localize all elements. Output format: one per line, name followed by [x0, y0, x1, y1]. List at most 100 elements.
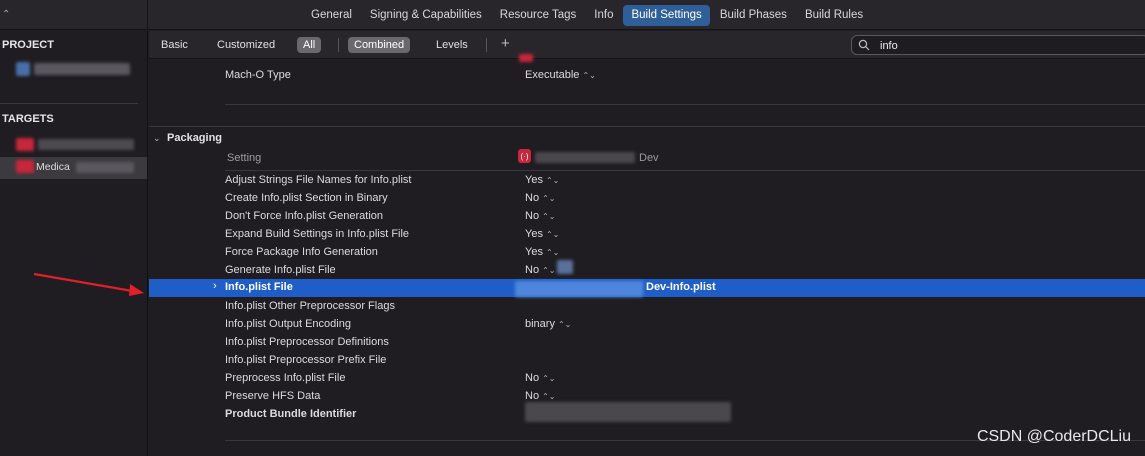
target-item-selected[interactable]: Medica: [0, 157, 147, 179]
tab-general[interactable]: General: [303, 5, 360, 26]
targets-header: TARGETS: [2, 113, 54, 125]
setting-row[interactable]: Preprocess Info.plist File No ⌃⌄: [149, 370, 1145, 388]
redacted-icon: [519, 54, 533, 62]
setting-value[interactable]: Yes ⌃⌄: [525, 246, 559, 258]
setting-label: Create Info.plist Section in Binary: [225, 192, 388, 204]
setting-row[interactable]: Generate Info.plist File No ⌃⌄: [149, 260, 1145, 280]
setting-label: Info.plist Preprocessor Prefix File: [225, 354, 387, 366]
setting-row-product-bundle-identifier[interactable]: Product Bundle Identifier: [149, 402, 1145, 424]
build-settings-table: Mach-O Type Executable ⌃⌄ ⌄ Packaging Set…: [149, 54, 1145, 456]
setting-value[interactable]: Yes ⌃⌄: [525, 228, 559, 240]
stepper-icon: ⌃⌄: [542, 212, 556, 221]
project-icon: [16, 62, 30, 76]
levels-button[interactable]: Levels: [430, 37, 474, 53]
redacted-project-name: [34, 63, 130, 75]
setting-label: Info.plist Other Preprocessor Flags: [225, 300, 395, 312]
section-title-packaging[interactable]: Packaging: [167, 132, 222, 144]
disclosure-chevron-icon[interactable]: ›: [213, 280, 217, 292]
setting-value[interactable]: Dev-Info.plist: [646, 281, 716, 293]
setting-row[interactable]: Create Info.plist Section in Binary No ⌃⌄: [149, 190, 1145, 208]
stepper-icon: ⌃⌄: [545, 230, 560, 239]
setting-label: Info.plist Preprocessor Definitions: [225, 336, 389, 348]
tab-signing-capabilities[interactable]: Signing & Capabilities: [362, 5, 490, 26]
add-setting-button[interactable]: +: [501, 35, 510, 52]
setting-label: Product Bundle Identifier: [225, 408, 357, 420]
setting-label: Expand Build Settings in Info.plist File: [225, 228, 410, 240]
search-input[interactable]: [880, 38, 1140, 53]
setting-row[interactable]: Force Package Info Generation Yes ⌃⌄: [149, 244, 1145, 262]
search-icon: [858, 39, 870, 51]
sidebar-header-area: ⌃: [0, 0, 148, 30]
setting-row[interactable]: Info.plist Preprocessor Definitions: [149, 334, 1145, 352]
redacted-value: [557, 260, 573, 274]
stepper-icon: ⌃⌄: [542, 266, 556, 275]
setting-row-mach-o-type[interactable]: Mach-O Type Executable ⌃⌄: [149, 67, 1145, 85]
customized-button[interactable]: Customized: [211, 37, 281, 53]
basic-button[interactable]: Basic: [155, 37, 194, 53]
project-navigator: PROJECT TARGETS Medica: [0, 31, 148, 456]
redacted-target-name: [535, 152, 635, 163]
redacted-bundle-id: [525, 402, 731, 422]
setting-value[interactable]: No ⌃⌄: [525, 390, 555, 402]
setting-row[interactable]: Info.plist Other Preprocessor Flags: [149, 298, 1145, 316]
divider: [225, 170, 1145, 171]
chevron-icon[interactable]: ⌃: [2, 9, 10, 20]
editor-tab-bar: ⌃ General Signing & Capabilities Resourc…: [0, 0, 1145, 30]
setting-row-info-plist-file-selected[interactable]: › Info.plist File Dev-Info.plist: [149, 279, 1145, 297]
setting-value[interactable]: No ⌃⌄: [525, 210, 555, 222]
setting-label: Info.plist Output Encoding: [225, 318, 351, 330]
search-field[interactable]: [851, 35, 1145, 55]
setting-value[interactable]: No ⌃⌄: [525, 264, 555, 276]
column-header-setting: Setting: [227, 152, 262, 164]
all-button[interactable]: All: [297, 37, 322, 53]
target-item-1[interactable]: [0, 134, 147, 156]
redacted-target-name: [38, 139, 134, 150]
watermark: CSDN @CoderDCLiu: [976, 428, 1131, 445]
divider: [149, 126, 1145, 127]
setting-value[interactable]: Yes ⌃⌄: [525, 174, 559, 186]
setting-row[interactable]: Don't Force Info.plist Generation No ⌃⌄: [149, 208, 1145, 226]
setting-value[interactable]: binary ⌃⌄: [525, 318, 571, 330]
redacted-path: [515, 281, 643, 297]
setting-row[interactable]: Adjust Strings File Names for Info.plist…: [149, 172, 1145, 190]
tab-build-settings[interactable]: Build Settings: [623, 5, 710, 26]
tab-resource-tags[interactable]: Resource Tags: [492, 5, 585, 26]
redacted-target-name: [76, 162, 134, 173]
stepper-icon: ⌃⌄: [545, 176, 560, 185]
red-arrow-annotation: [33, 272, 144, 296]
divider: [338, 38, 339, 52]
combined-button[interactable]: Combined: [348, 37, 411, 53]
tabs: General Signing & Capabilities Resource …: [303, 5, 873, 26]
setting-row[interactable]: Info.plist Preprocessor Prefix File: [149, 352, 1145, 370]
tab-info[interactable]: Info: [586, 5, 621, 26]
setting-label: Preserve HFS Data: [225, 390, 321, 402]
divider: [486, 38, 487, 52]
target-label: Medica: [36, 161, 70, 173]
stepper-icon: ⌃⌄: [545, 248, 560, 257]
setting-label: Preprocess Info.plist File: [225, 372, 346, 384]
stepper-icon: ⌃⌄: [542, 392, 556, 401]
setting-value[interactable]: No ⌃⌄: [525, 192, 555, 204]
setting-label: Info.plist File: [225, 281, 293, 293]
divider: [0, 103, 138, 104]
tab-build-phases[interactable]: Build Phases: [712, 5, 795, 26]
setting-row[interactable]: Expand Build Settings in Info.plist File…: [149, 226, 1145, 244]
setting-label: Mach-O Type: [225, 69, 291, 81]
tab-build-rules[interactable]: Build Rules: [797, 5, 871, 26]
target-app-icon: (·): [518, 149, 531, 163]
stepper-icon: ⌃⌄: [542, 374, 556, 383]
setting-value[interactable]: Executable ⌃⌄: [525, 69, 596, 81]
disclosure-chevron-icon[interactable]: ⌄: [153, 133, 161, 144]
build-settings-filter-bar: Basic Customized All Combined Levels +: [149, 31, 1145, 59]
setting-row[interactable]: Info.plist Output Encoding binary ⌃⌄: [149, 316, 1145, 334]
svg-text:(·): (·): [521, 152, 529, 161]
stepper-icon: ⌃⌄: [542, 194, 556, 203]
target-icon: [16, 160, 34, 173]
setting-value[interactable]: No ⌃⌄: [525, 372, 555, 384]
setting-label: Adjust Strings File Names for Info.plist: [225, 174, 412, 186]
divider: [225, 104, 1145, 105]
stepper-icon: ⌃⌄: [557, 320, 572, 329]
setting-label: Force Package Info Generation: [225, 246, 378, 258]
setting-label: Don't Force Info.plist Generation: [225, 210, 384, 222]
project-item[interactable]: [0, 59, 147, 81]
